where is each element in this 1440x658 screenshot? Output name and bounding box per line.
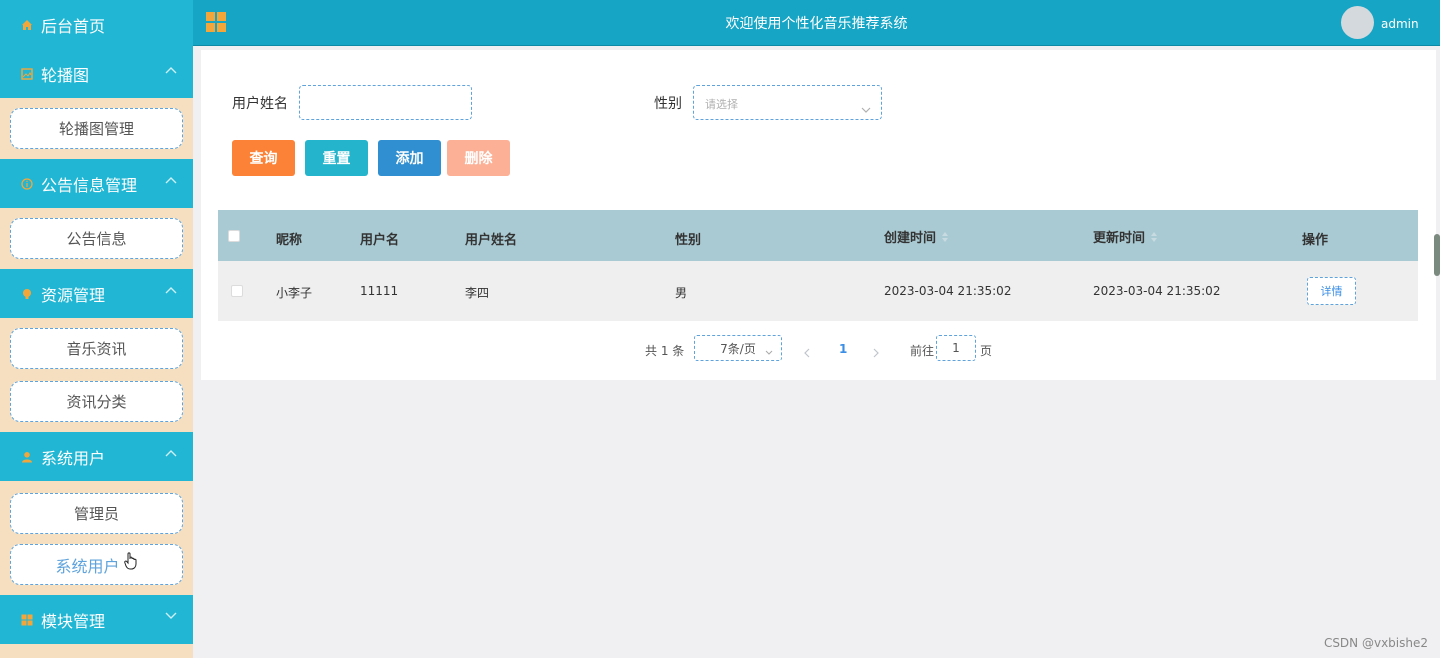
scrollbar[interactable] bbox=[1434, 234, 1440, 276]
page-unit-label: 页 bbox=[980, 344, 993, 358]
sidebar-item-music-news[interactable]: 音乐资讯 bbox=[10, 328, 183, 369]
page-number-current[interactable]: 1 bbox=[839, 342, 847, 356]
sidebar-group-label: 公告信息管理 bbox=[41, 175, 138, 195]
sidebar-item-label: 轮播图管理 bbox=[58, 120, 134, 138]
sidebar-item-label: 资讯分类 bbox=[66, 393, 127, 411]
pagination-total: 共 1 条 bbox=[645, 344, 685, 358]
page-title: 欢迎使用个性化音乐推荐系统 bbox=[725, 16, 908, 32]
name-input[interactable] bbox=[299, 85, 472, 120]
chevron-up-icon bbox=[165, 66, 177, 76]
sort-icon[interactable] bbox=[1151, 228, 1157, 247]
chevron-up-icon bbox=[165, 286, 177, 296]
info-icon bbox=[20, 177, 33, 190]
chevron-down-icon bbox=[765, 345, 773, 359]
name-label: 用户姓名 bbox=[232, 96, 288, 112]
column-header-nickname: 昵称 bbox=[276, 233, 303, 248]
gender-label: 性别 bbox=[654, 96, 682, 112]
sidebar-home[interactable]: 后台首页 bbox=[0, 0, 193, 49]
sidebar-item-system-user[interactable]: 系统用户 bbox=[10, 544, 183, 585]
grid-icon bbox=[20, 613, 33, 626]
cell-gender: 男 bbox=[675, 286, 688, 300]
sidebar-home-label: 后台首页 bbox=[41, 16, 106, 36]
reset-button[interactable]: 重置 bbox=[305, 140, 368, 176]
sidebar-group-resources[interactable]: 资源管理 bbox=[0, 269, 193, 318]
table-row: 小李子 11111 李四 男 2023-03-04 21:35:02 2023-… bbox=[218, 261, 1418, 321]
chevron-down-icon bbox=[861, 99, 871, 118]
gender-select-placeholder: 请选择 bbox=[705, 98, 738, 111]
cell-nickname: 小李子 bbox=[276, 286, 313, 300]
hand-pointer-icon bbox=[123, 551, 138, 570]
sidebar-item-label: 公告信息 bbox=[66, 230, 127, 248]
gender-select[interactable]: 请选择 bbox=[693, 85, 882, 120]
detail-button[interactable]: 详情 bbox=[1307, 277, 1356, 305]
cell-username: 11111 bbox=[360, 284, 399, 298]
sidebar-group-modules[interactable]: 模块管理 bbox=[0, 595, 193, 644]
sidebar-group-carousel[interactable]: 轮播图 bbox=[0, 49, 193, 98]
row-checkbox[interactable] bbox=[231, 285, 243, 297]
bulb-icon bbox=[20, 287, 33, 300]
goto-page-value: 1 bbox=[952, 341, 960, 355]
delete-button[interactable]: 删除 bbox=[447, 140, 510, 176]
column-header-username: 用户名 bbox=[360, 233, 400, 248]
column-header-gender: 性别 bbox=[675, 233, 702, 248]
watermark: CSDN @vxbishe2 bbox=[1323, 636, 1428, 650]
column-header-updated[interactable]: 更新时间 bbox=[1093, 227, 1145, 246]
sidebar-item-news-category[interactable]: 资讯分类 bbox=[10, 381, 183, 422]
main-panel: 用户姓名 性别 请选择 查询 重置 添加 删除 昵称 用户名 用户姓名 性别 创… bbox=[201, 50, 1436, 380]
column-header-action: 操作 bbox=[1302, 233, 1329, 248]
user-icon bbox=[20, 450, 33, 463]
sidebar: 后台首页 轮播图 轮播图管理 公告信息管理 公告信息 资源管理 音乐资讯 资讯分… bbox=[0, 0, 193, 658]
sidebar-group-notice[interactable]: 公告信息管理 bbox=[0, 159, 193, 208]
sidebar-group-label: 系统用户 bbox=[41, 448, 106, 468]
sidebar-item-label: 系统用户 bbox=[55, 556, 120, 576]
topbar: 欢迎使用个性化音乐推荐系统 admin bbox=[193, 0, 1440, 46]
sidebar-item-label: 音乐资讯 bbox=[66, 340, 127, 358]
sidebar-item-admin[interactable]: 管理员 bbox=[10, 493, 183, 534]
goto-label: 前往 bbox=[910, 344, 935, 358]
sidebar-group-label: 轮播图 bbox=[41, 65, 90, 85]
sort-icon[interactable] bbox=[942, 228, 948, 247]
home-icon bbox=[20, 18, 33, 31]
chevron-down-icon bbox=[165, 612, 177, 622]
table-header: 昵称 用户名 用户姓名 性别 创建时间 更新时间 操作 bbox=[218, 210, 1418, 261]
add-button[interactable]: 添加 bbox=[378, 140, 441, 176]
chevron-up-icon bbox=[165, 176, 177, 186]
cell-created: 2023-03-04 21:35:02 bbox=[884, 284, 1012, 298]
next-page-icon[interactable] bbox=[873, 343, 879, 362]
page-size-select[interactable]: 7条/页 bbox=[694, 335, 782, 361]
select-all-checkbox[interactable] bbox=[228, 230, 240, 242]
avatar[interactable] bbox=[1341, 6, 1374, 39]
chevron-up-icon bbox=[165, 449, 177, 459]
sidebar-item-label: 管理员 bbox=[73, 505, 119, 523]
image-icon bbox=[20, 67, 33, 80]
goto-page-input[interactable]: 1 bbox=[936, 335, 976, 361]
cell-updated: 2023-03-04 21:35:02 bbox=[1093, 284, 1221, 298]
sidebar-group-label: 模块管理 bbox=[41, 611, 106, 631]
username-label[interactable]: admin bbox=[1381, 17, 1419, 31]
page-size-value: 7条/页 bbox=[720, 341, 756, 356]
sidebar-group-system-users[interactable]: 系统用户 bbox=[0, 432, 193, 481]
sidebar-group-label: 资源管理 bbox=[41, 285, 106, 305]
column-header-created[interactable]: 创建时间 bbox=[884, 227, 936, 246]
prev-page-icon[interactable] bbox=[804, 343, 810, 362]
sidebar-item-carousel-manage[interactable]: 轮播图管理 bbox=[10, 108, 183, 149]
cell-realname: 李四 bbox=[465, 286, 490, 300]
query-button[interactable]: 查询 bbox=[232, 140, 295, 176]
column-header-realname: 用户姓名 bbox=[465, 233, 518, 248]
sidebar-item-notice-info[interactable]: 公告信息 bbox=[10, 218, 183, 259]
